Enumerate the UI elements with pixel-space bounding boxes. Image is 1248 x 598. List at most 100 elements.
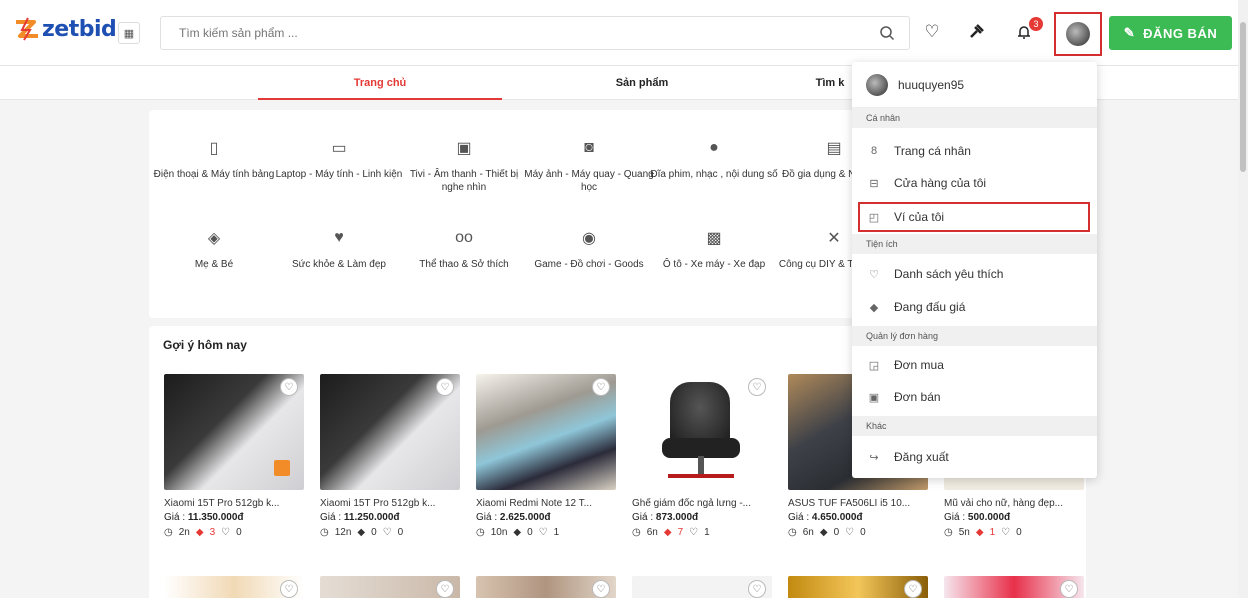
category-item[interactable]: ᴏᴏ Thể thao & Sở thích (399, 228, 529, 271)
clock-icon: ◷ (164, 527, 173, 538)
product-name[interactable]: Xiaomi 15T Pro 512gb k... (164, 498, 304, 509)
product-meta: ◷ 10n ◆ 0 ♡ 1 (476, 527, 616, 538)
favorite-heart-icon[interactable]: ♡ (436, 580, 454, 598)
price-prefix: Giá : (788, 512, 812, 523)
product-name[interactable]: Xiaomi Redmi Note 12 T... (476, 498, 616, 509)
menu-item-logout[interactable]: ↪ Đăng xuất (852, 442, 1097, 472)
category-item[interactable]: ◉ Game - Đồ chơi - Goods (524, 228, 654, 271)
section-personal: Cá nhân (852, 108, 1097, 128)
product-image[interactable]: ♡ (632, 576, 772, 598)
favorite-heart-icon[interactable]: ♡ (436, 378, 454, 396)
receipt-icon: ▣ (868, 391, 880, 404)
product-image[interactable]: ♡ (320, 374, 460, 490)
favorite-heart-icon[interactable]: ♡ (748, 580, 766, 598)
favorite-heart-icon[interactable]: ♡ (748, 378, 766, 396)
like-count: 1 (704, 527, 710, 538)
search-bar (160, 16, 910, 50)
sell-button[interactable]: ✎ ĐĂNG BÁN (1109, 16, 1232, 50)
time-left: 12n (334, 527, 352, 538)
menu-item-label: Đang đấu giá (894, 300, 966, 314)
product-card[interactable]: ♡ Xiaomi Redmi Note 12 T... Giá : 2.625.… (476, 374, 616, 538)
menu-item-profile[interactable]: 8 Trang cá nhân (852, 136, 1097, 166)
top-header: zetbid ▦ ♡ 3 ✎ ĐĂNG BÁN (0, 0, 1248, 66)
menu-item-bidding[interactable]: ◆ Đang đấu giá (852, 292, 1097, 322)
price-prefix: Giá : (164, 512, 188, 523)
like-count: 0 (860, 527, 866, 538)
zetbid-logo[interactable]: zetbid (14, 16, 117, 42)
heart-icon: ♡ (689, 527, 699, 538)
product-image[interactable]: ♡ (164, 374, 304, 490)
favorite-heart-icon[interactable]: ♡ (904, 580, 922, 598)
category-item[interactable]: ♥ Sức khỏe & Làm đẹp (274, 228, 404, 271)
auction-gavel-icon[interactable] (966, 22, 986, 42)
search-icon[interactable] (879, 25, 895, 41)
category-item[interactable]: ▯ Điện thoại & Máy tính bảng (149, 138, 279, 181)
clock-icon: ◷ (476, 527, 485, 538)
heart-icon: ♡ (1001, 527, 1011, 538)
account-dropdown-menu: huuquyen95 Cá nhân 8 Trang cá nhân ⊟ Cửa… (852, 62, 1097, 478)
product-name[interactable]: Xiaomi 15T Pro 512gb k... (320, 498, 460, 509)
product-price: Giá : 11.350.000đ (164, 512, 304, 523)
sell-button-label: ĐĂNG BÁN (1143, 25, 1218, 41)
product-image[interactable]: ♡ (320, 576, 460, 598)
product-image[interactable]: ♡ (476, 374, 616, 490)
product-meta: ◷ 6n ◆ 0 ♡ 0 (788, 527, 928, 538)
menu-item-wishlist[interactable]: ♡ Danh sách yêu thích (852, 259, 1097, 289)
menu-item-label: Đơn bán (894, 390, 941, 404)
menu-item-sales[interactable]: ▣ Đơn bán (852, 382, 1097, 412)
menu-item-my-store[interactable]: ⊟ Cửa hàng của tôi (852, 168, 1097, 198)
category-item[interactable]: ◙ Máy ảnh - Máy quay - Quang học (524, 138, 654, 194)
menu-item-purchases[interactable]: ◲ Đơn mua (852, 350, 1097, 380)
product-image[interactable]: ♡ (788, 576, 928, 598)
gavel-icon: ◆ (663, 527, 672, 538)
chair-post-shape (698, 456, 704, 474)
heart-icon: ♡ (382, 527, 392, 538)
product-meta: ◷ 6n ◆ 7 ♡ 1 (632, 527, 772, 538)
favorites-heart-icon[interactable]: ♡ (922, 22, 942, 42)
favorite-heart-icon[interactable]: ♡ (280, 580, 298, 598)
favorite-heart-icon[interactable]: ♡ (592, 378, 610, 396)
favorite-heart-icon[interactable]: ♡ (280, 378, 298, 396)
product-card[interactable]: ♡ Xiaomi 15T Pro 512gb k... Giá : 11.350… (164, 374, 304, 538)
category-label: Tivi - Âm thanh - Thiết bị nghe nhìn (409, 169, 519, 193)
category-item[interactable]: ● Đĩa phim, nhạc , nội dung số (649, 138, 779, 181)
gavel-icon: ◆ (975, 527, 984, 538)
bid-count: 0 (527, 527, 533, 538)
category-item[interactable]: ▣ Tivi - Âm thanh - Thiết bị nghe nhìn (399, 138, 529, 194)
section-utilities: Tiện ích (852, 234, 1097, 254)
avatar (1066, 22, 1090, 46)
tab-home[interactable]: Trang chủ (258, 66, 502, 100)
heart-icon: ♡ (538, 527, 548, 538)
clock-icon: ◷ (788, 527, 797, 538)
product-image[interactable]: ♡ (632, 374, 772, 490)
chair-back-shape (670, 382, 730, 446)
scrollbar-thumb[interactable] (1240, 22, 1246, 172)
tab-products[interactable]: Sản phẩm (520, 66, 764, 100)
product-name[interactable]: Ghế giám đốc ngả lưng -... (632, 498, 772, 509)
account-avatar-button[interactable] (1054, 12, 1102, 56)
like-count: 0 (397, 527, 404, 538)
category-label: Thể thao & Sở thích (419, 259, 509, 270)
store-icon: ⊟ (869, 177, 879, 190)
category-item[interactable]: ◈ Mẹ & Bé (149, 228, 279, 271)
chair-seat-shape (662, 438, 740, 458)
product-card[interactable]: ♡ Xiaomi 15T Pro 512gb k... Giá : 11.250… (320, 374, 460, 538)
favorite-heart-icon[interactable]: ♡ (592, 580, 610, 598)
dropdown-user-header[interactable]: huuquyen95 (852, 62, 1097, 108)
product-image[interactable]: ♡ (944, 576, 1084, 598)
product-card[interactable]: ♡ Ghế giám đốc ngả lưng -... Giá : 873.0… (632, 374, 772, 538)
product-image[interactable]: ♡ (476, 576, 616, 598)
category-grid-button[interactable]: ▦ (118, 22, 140, 44)
search-input[interactable] (161, 17, 851, 49)
product-name[interactable]: ASUS TUF FA506LI i5 10... (788, 498, 928, 509)
bid-count: 0 (371, 527, 377, 538)
logo-text: zetbid (42, 16, 117, 42)
user-icon: 8 (870, 145, 878, 157)
product-image[interactable]: ♡ (164, 576, 304, 598)
product-name[interactable]: Mũ vải cho nữ, hàng đẹp... (944, 498, 1084, 509)
menu-item-my-wallet[interactable]: ◰ Ví của tôi (858, 202, 1090, 232)
category-item[interactable]: ▩ Ô tô - Xe máy - Xe đạp (649, 228, 779, 271)
favorite-heart-icon[interactable]: ♡ (1060, 580, 1078, 598)
avatar (866, 73, 888, 96)
category-item[interactable]: ▭ Laptop - Máy tính - Linh kiện (274, 138, 404, 181)
